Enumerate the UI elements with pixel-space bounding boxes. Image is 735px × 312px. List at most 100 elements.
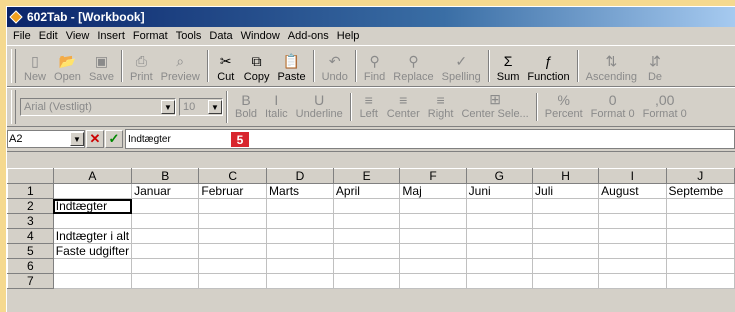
cell-b6[interactable] [131, 258, 200, 274]
format-left-button[interactable]: ≡ Left [356, 92, 382, 122]
column-header-d[interactable]: D [266, 168, 334, 184]
cell-a7[interactable] [52, 273, 133, 289]
cell-f6[interactable] [399, 258, 467, 274]
format-format-0-button[interactable]: 0 Format 0 [588, 92, 638, 122]
column-header-g[interactable]: G [465, 168, 534, 184]
print-button[interactable]: ⎙ Print [127, 52, 156, 86]
function-button[interactable]: ƒ Function [524, 52, 572, 86]
cell-g1[interactable]: Juni [465, 183, 534, 199]
cell-j2[interactable] [665, 198, 735, 214]
formula-input[interactable]: Indtægter 5 [125, 129, 735, 149]
row-header[interactable]: 5 [7, 243, 54, 259]
format-toolbar-grip[interactable] [11, 90, 16, 124]
cell-e6[interactable] [332, 258, 401, 274]
toolbar-grip[interactable] [11, 49, 16, 83]
format-bold-button[interactable]: B Bold [232, 92, 260, 122]
undo-button[interactable]: ↶ Undo [319, 52, 351, 86]
menu-help[interactable]: Help [333, 30, 364, 42]
cell-c3[interactable] [198, 213, 268, 229]
cell-d1[interactable]: Marts [266, 183, 334, 199]
find-button[interactable]: ⚲ Find [361, 52, 388, 86]
cell-g2[interactable] [465, 198, 534, 214]
cell-b4[interactable] [131, 228, 200, 244]
cell-f3[interactable] [399, 213, 467, 229]
cell-c4[interactable] [198, 228, 268, 244]
cell-i2[interactable] [598, 198, 667, 214]
cell-i1[interactable]: August [598, 183, 667, 199]
column-header-a[interactable]: A [52, 168, 133, 184]
column-header-f[interactable]: F [399, 168, 467, 184]
cell-d4[interactable] [266, 228, 334, 244]
format-center-sele----button[interactable]: ⊞ Center Sele... [458, 91, 531, 122]
cell-d7[interactable] [266, 273, 334, 289]
sum-button[interactable]: Σ Sum [494, 52, 523, 86]
column-header-c[interactable]: C [198, 168, 268, 184]
cell-a6[interactable] [52, 258, 133, 274]
cell-h4[interactable] [532, 228, 600, 244]
column-header-j[interactable]: J [665, 168, 735, 184]
cell-d3[interactable] [266, 213, 334, 229]
cell-b7[interactable] [131, 273, 200, 289]
row-header[interactable]: 6 [7, 258, 54, 274]
menu-data[interactable]: Data [205, 30, 236, 42]
cell-i4[interactable] [598, 228, 667, 244]
replace-button[interactable]: ⚲ Replace [390, 52, 436, 86]
cancel-entry-button[interactable]: ✕ [86, 130, 104, 148]
format-format-0-button[interactable]: ,00 Format 0 [640, 92, 690, 122]
cell-b2[interactable] [131, 198, 200, 214]
cell-h6[interactable] [532, 258, 600, 274]
column-header-b[interactable]: B [131, 168, 200, 184]
row-header[interactable]: 4 [7, 228, 54, 244]
cell-g6[interactable] [465, 258, 534, 274]
menu-format[interactable]: Format [129, 30, 172, 42]
format-percent-button[interactable]: % Percent [542, 92, 586, 122]
cell-e7[interactable] [332, 273, 401, 289]
format-italic-button[interactable]: I Italic [262, 92, 291, 122]
open-button[interactable]: 📂 Open [51, 52, 84, 86]
cell-h5[interactable] [532, 243, 600, 259]
cell-a1[interactable] [52, 183, 133, 199]
de-button[interactable]: ⇵ De [642, 52, 668, 86]
cell-h1[interactable]: Juli [532, 183, 600, 199]
menu-window[interactable]: Window [237, 30, 284, 42]
cell-f4[interactable] [399, 228, 467, 244]
cell-f1[interactable]: Maj [399, 183, 467, 199]
cell-d5[interactable] [266, 243, 334, 259]
cell-g7[interactable] [465, 273, 534, 289]
cut-button[interactable]: ✂ Cut [213, 52, 239, 86]
format-right-button[interactable]: ≡ Right [425, 92, 457, 122]
cell-f5[interactable] [399, 243, 467, 259]
spelling-button[interactable]: ✓ Spelling [439, 52, 484, 86]
cell-i5[interactable] [598, 243, 667, 259]
font-select[interactable]: Arial (Vestligt) ▼ [20, 98, 176, 116]
cell-c2[interactable] [198, 198, 268, 214]
cell-e1[interactable]: April [332, 183, 401, 199]
cell-j4[interactable] [665, 228, 735, 244]
cell-i3[interactable] [598, 213, 667, 229]
preview-button[interactable]: ⌕ Preview [158, 52, 203, 86]
ascending-button[interactable]: ⇅ Ascending [583, 52, 640, 86]
format-center-button[interactable]: ≡ Center [384, 92, 423, 122]
column-header-h[interactable]: H [532, 168, 600, 184]
cell-j1[interactable]: Septembe [665, 183, 735, 199]
cell-e5[interactable] [332, 243, 401, 259]
row-header[interactable]: 1 [7, 183, 54, 199]
cell-c5[interactable] [198, 243, 268, 259]
cell-j3[interactable] [665, 213, 735, 229]
new-button[interactable]: ▯ New [21, 52, 49, 86]
chevron-down-icon[interactable]: ▼ [70, 132, 84, 146]
chevron-down-icon[interactable]: ▼ [208, 100, 222, 114]
format-underline-button[interactable]: U Underline [293, 92, 346, 122]
menu-view[interactable]: View [62, 30, 94, 42]
cell-c7[interactable] [198, 273, 268, 289]
menu-edit[interactable]: Edit [35, 30, 62, 42]
cell-h2[interactable] [532, 198, 600, 214]
column-header-e[interactable]: E [332, 168, 401, 184]
menu-addons[interactable]: Add-ons [284, 30, 333, 42]
select-all-corner[interactable] [7, 168, 54, 184]
cell-h3[interactable] [532, 213, 600, 229]
menu-tools[interactable]: Tools [172, 30, 206, 42]
cell-f2[interactable] [399, 198, 467, 214]
cell-e2[interactable] [332, 198, 401, 214]
column-header-i[interactable]: I [598, 168, 667, 184]
